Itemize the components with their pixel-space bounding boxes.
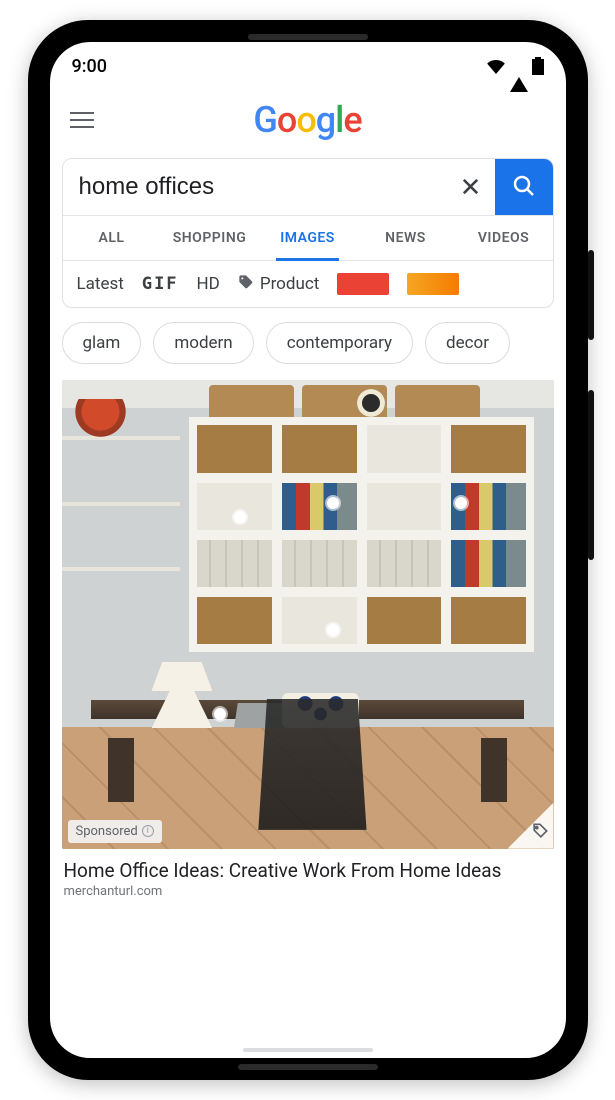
header: Google bbox=[50, 90, 566, 150]
chip-glam[interactable]: glam bbox=[62, 322, 142, 364]
status-bar: 9:00 bbox=[50, 42, 566, 90]
search-tabs: ALLSHOPPINGIMAGESNEWSVIDEOS bbox=[63, 216, 553, 261]
phone-speaker-bottom bbox=[238, 1064, 378, 1070]
sponsored-badge: Sponsored i bbox=[68, 820, 162, 843]
search-input[interactable] bbox=[63, 159, 447, 215]
tab-shopping[interactable]: SHOPPING bbox=[161, 216, 259, 260]
search-button[interactable] bbox=[495, 159, 553, 215]
wifi-icon bbox=[486, 58, 506, 74]
shoppable-hotspot[interactable] bbox=[234, 511, 246, 523]
result-source: merchanturl.com bbox=[64, 884, 552, 899]
shoppable-hotspot[interactable] bbox=[214, 708, 226, 720]
google-logo[interactable]: Google bbox=[253, 99, 361, 141]
menu-button[interactable] bbox=[70, 112, 94, 128]
filter-gif[interactable]: GIF bbox=[142, 274, 179, 294]
search-icon bbox=[512, 174, 536, 201]
cellular-icon bbox=[510, 56, 528, 77]
chip-contemporary[interactable]: contemporary bbox=[266, 322, 413, 364]
chip-modern[interactable]: modern bbox=[153, 322, 253, 364]
color-swatch-red[interactable] bbox=[337, 273, 389, 295]
tag-icon bbox=[238, 274, 254, 295]
battery-icon bbox=[532, 57, 544, 75]
nav-home-pill[interactable] bbox=[243, 1048, 373, 1052]
filter-row: Latest GIF HD Product bbox=[63, 261, 553, 307]
clear-button[interactable]: ✕ bbox=[447, 159, 495, 215]
tab-news[interactable]: NEWS bbox=[357, 216, 455, 260]
close-icon: ✕ bbox=[460, 172, 482, 203]
phone-speaker bbox=[248, 34, 368, 40]
screen: 9:00 Google ✕ bbox=[50, 42, 566, 1058]
color-swatch-orange[interactable] bbox=[407, 273, 459, 295]
filter-product[interactable]: Product bbox=[238, 274, 319, 295]
image-result: Sponsored i Home Office Ideas: Creative … bbox=[62, 380, 554, 901]
tab-videos[interactable]: VIDEOS bbox=[455, 216, 553, 260]
result-image-content bbox=[62, 380, 554, 849]
suggestion-chips: glam modern contemporary decor bbox=[50, 308, 566, 374]
search-row: ✕ bbox=[63, 159, 553, 216]
phone-volume-button bbox=[588, 390, 594, 560]
shoppable-hotspot[interactable] bbox=[327, 624, 339, 636]
filter-latest[interactable]: Latest bbox=[77, 274, 124, 294]
search-card: ✕ ALLSHOPPINGIMAGESNEWSVIDEOS Latest GIF… bbox=[62, 158, 554, 308]
chip-decor[interactable]: decor bbox=[425, 322, 510, 364]
tab-images[interactable]: IMAGES bbox=[259, 216, 357, 260]
info-icon[interactable]: i bbox=[142, 825, 154, 837]
status-time: 9:00 bbox=[72, 56, 107, 77]
price-tag-icon bbox=[530, 821, 550, 845]
phone-frame: 9:00 Google ✕ bbox=[28, 20, 588, 1080]
result-image[interactable]: Sponsored i bbox=[62, 380, 554, 849]
result-title[interactable]: Home Office Ideas: Creative Work From Ho… bbox=[64, 859, 552, 883]
filter-hd[interactable]: HD bbox=[197, 274, 220, 294]
tab-all[interactable]: ALL bbox=[63, 216, 161, 260]
phone-power-button bbox=[588, 250, 594, 340]
